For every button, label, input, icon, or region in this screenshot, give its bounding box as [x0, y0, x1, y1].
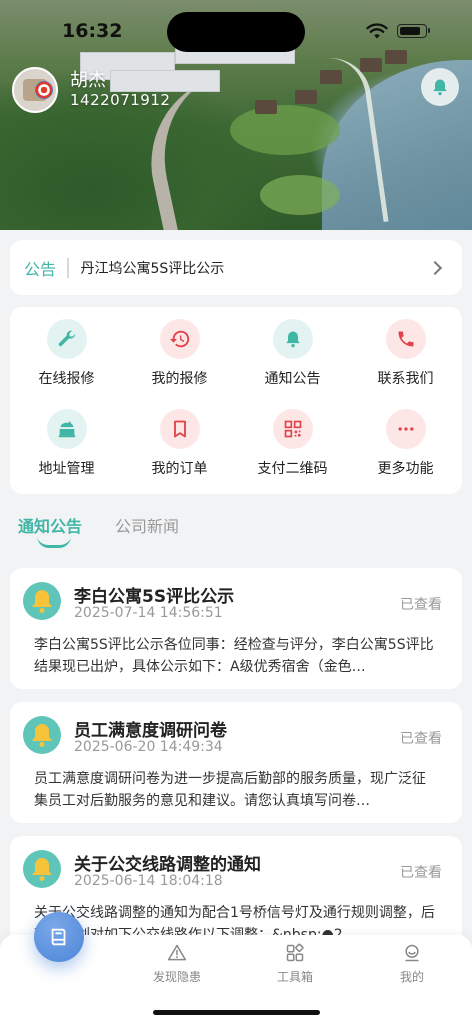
- home-fab-button[interactable]: [34, 912, 84, 962]
- nav-label: 发现隐患: [152, 970, 201, 984]
- status-time: 16:32: [62, 20, 123, 42]
- list-item-body: 李白公寓5S评比公示各位同事：经检查与评分，李白公寓5S评比结果现已出炉，具体公…: [34, 637, 434, 675]
- list-item-time: 2025-06-20 14:49:34: [74, 739, 223, 755]
- announcement-tag: 公告: [24, 259, 57, 279]
- bell-icon: [433, 79, 447, 96]
- warning-icon: [167, 944, 187, 961]
- list-item-time: 2025-07-14 14:56:51: [74, 605, 223, 621]
- list-item[interactable]: 李白公寓5S评比公示 2025-07-14 14:56:51 已查看 李白公寓5…: [10, 568, 462, 689]
- grid-label: 联系我们: [377, 371, 434, 387]
- function-grid: 在线报修 我的报修 通知公告 联系我们 地址管理 我的订单 支付二维码 更多功能: [10, 307, 462, 494]
- grid-item-my-orders[interactable]: 我的订单: [123, 409, 236, 487]
- nav-item-toolbox[interactable]: 工具箱: [250, 943, 340, 985]
- wifi-icon: [366, 23, 388, 39]
- list-item-title: 员工满意度调研问卷: [74, 721, 227, 741]
- grid-item-announcements[interactable]: 通知公告: [236, 319, 349, 397]
- book-icon: [51, 928, 66, 946]
- announcement-bar[interactable]: 公告 丹江坞公寓5S评比公示: [10, 240, 462, 295]
- qrcode-icon: [284, 420, 301, 438]
- history-icon: [169, 330, 189, 348]
- list-item-title: 李白公寓5S评比公示: [74, 587, 235, 607]
- wrench-icon: [58, 330, 75, 347]
- read-status: 已查看: [400, 865, 442, 881]
- grid-item-online-repair[interactable]: 在线报修: [10, 319, 123, 397]
- grid-item-my-repairs[interactable]: 我的报修: [123, 319, 236, 397]
- grid-label: 通知公告: [264, 371, 321, 387]
- battery-level: [400, 27, 420, 35]
- read-status: 已查看: [400, 731, 442, 747]
- battery-icon: [397, 24, 430, 38]
- grid-item-payment-qrcode[interactable]: 支付二维码: [236, 409, 349, 487]
- list-item[interactable]: 员工满意度调研问卷 2025-06-20 14:49:34 已查看 员工满意度调…: [10, 702, 462, 823]
- more-icon: [398, 427, 413, 431]
- nav-label: 工具箱: [276, 970, 313, 984]
- grid-item-more-features[interactable]: 更多功能: [349, 409, 462, 487]
- notification-button[interactable]: [421, 68, 459, 106]
- grid-item-address-management[interactable]: 地址管理: [10, 409, 123, 487]
- grid-label: 地址管理: [38, 461, 95, 477]
- divider: [67, 257, 69, 278]
- user-name: 胡杰: [70, 70, 106, 91]
- tab-company-news[interactable]: 公司新闻: [115, 513, 179, 537]
- announcement-text: 丹江坞公寓5S评比公示: [80, 260, 225, 277]
- tab-announcements[interactable]: 通知公告: [18, 513, 82, 537]
- bell-icon: [32, 858, 52, 881]
- grid-label: 更多功能: [377, 461, 434, 477]
- dynamic-island: [167, 12, 305, 52]
- nav-item-hazard-report[interactable]: 发现隐患: [132, 943, 222, 985]
- list-item-body: 员工满意度调研问卷为进一步提高后勤部的服务质量，现广泛征集员工对后勤服务的意见和…: [34, 771, 426, 809]
- grid-label: 我的报修: [151, 371, 208, 387]
- phone-icon: [398, 331, 413, 347]
- toolbox-icon: [286, 943, 304, 962]
- grid-label: 在线报修: [38, 371, 95, 387]
- avatar[interactable]: [12, 67, 58, 113]
- chevron-right-icon: [427, 260, 443, 275]
- grid-item-contact-us[interactable]: 联系我们: [349, 319, 462, 397]
- home-indicator: [153, 1010, 320, 1015]
- grid-label: 支付二维码: [257, 461, 328, 477]
- nav-item-profile[interactable]: 我的: [367, 943, 457, 985]
- list-item-time: 2025-06-14 18:04:18: [74, 873, 223, 889]
- profile-icon: [405, 944, 419, 962]
- list-item-title: 关于公交线路调整的通知: [74, 855, 261, 875]
- read-status: 已查看: [400, 597, 442, 613]
- nav-label: 我的: [399, 970, 424, 984]
- bookmark-icon: [173, 420, 186, 438]
- address-icon: [58, 420, 75, 438]
- bell-icon: [32, 724, 52, 747]
- tab-indicator: [37, 536, 71, 548]
- user-id: 1422071912: [70, 91, 171, 109]
- bell-icon: [32, 590, 52, 613]
- grid-label: 我的订单: [151, 461, 208, 477]
- bell-icon: [285, 331, 300, 348]
